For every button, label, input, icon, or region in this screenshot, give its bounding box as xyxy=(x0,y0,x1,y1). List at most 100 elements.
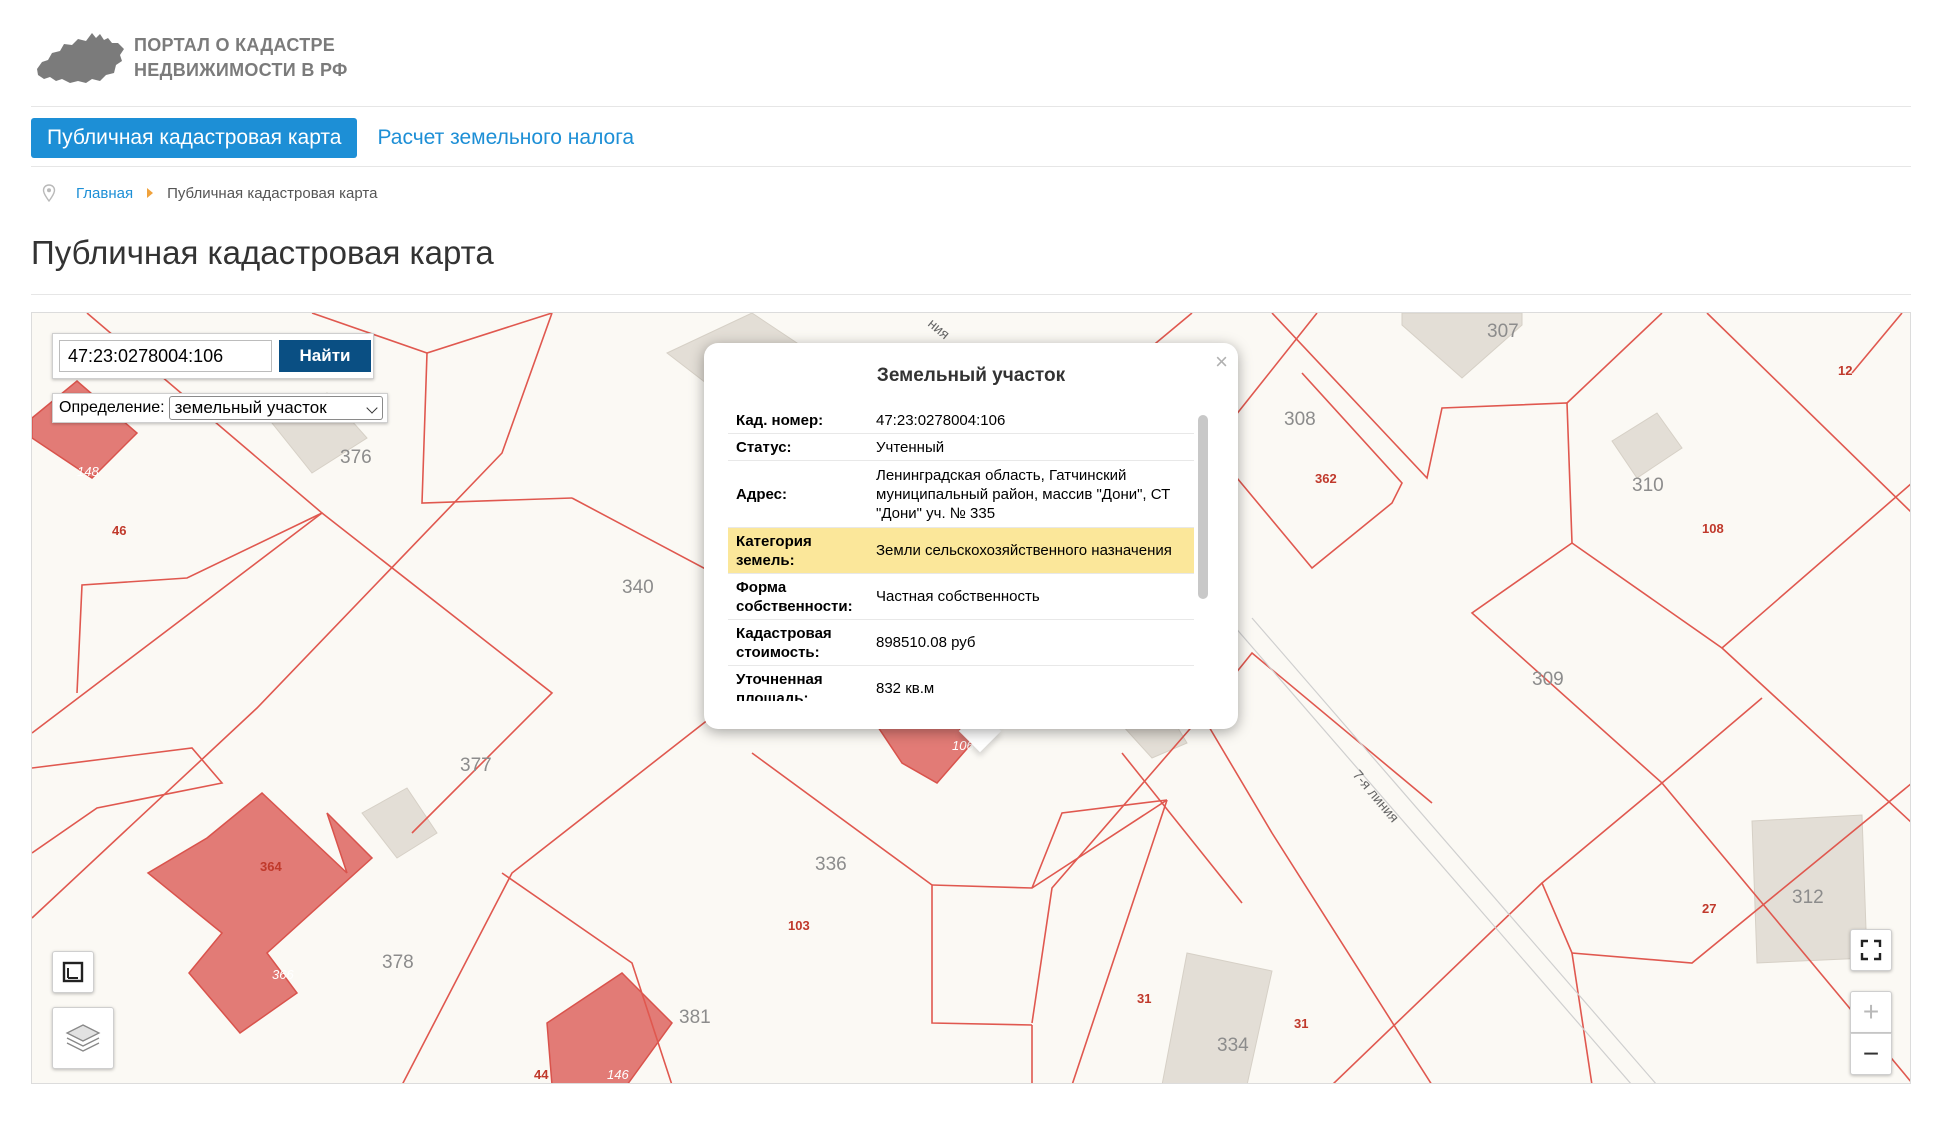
map-label-148: 148 xyxy=(77,464,99,479)
boundary xyxy=(1566,313,1663,404)
attr-value: 47:23:0278004:106 xyxy=(876,411,1006,429)
cadastral-map[interactable]: 307 308 376 340 310 309 377 336 312 378 … xyxy=(31,312,1911,1084)
table-row: Форма собственности: Частная собственнос… xyxy=(728,574,1194,620)
boundary xyxy=(1470,542,1763,785)
nav-item-land-tax[interactable]: Расчет земельного налога xyxy=(377,126,634,150)
map-label-362: 362 xyxy=(1315,471,1337,486)
nav-item-cadastral-map[interactable]: Публичная кадастровая карта xyxy=(31,118,358,158)
map-label-31a: 31 xyxy=(1137,991,1151,1006)
table-row-highlighted: Категория земель: Земли сельскохозяйстве… xyxy=(728,528,1194,574)
breadcrumb-home-link[interactable]: Главная xyxy=(76,185,133,202)
attr-key: Адрес: xyxy=(736,485,787,503)
main-nav: Публичная кадастровая карта Расчет земел… xyxy=(31,118,634,158)
map-label-309: 309 xyxy=(1532,669,1564,690)
area-measure-icon xyxy=(62,961,84,983)
map-label-312: 312 xyxy=(1792,887,1824,908)
attr-value: Учтенный xyxy=(876,438,945,456)
attr-value: 832 кв.м xyxy=(876,680,935,697)
nav-divider xyxy=(31,166,1911,167)
map-label-108: 108 xyxy=(1702,521,1724,536)
popup-title: Земельный участок xyxy=(876,365,1066,386)
search-panel: Найти xyxy=(52,333,374,379)
cadastral-number-input[interactable] xyxy=(59,340,272,372)
map-label-366: 366 xyxy=(272,967,294,982)
building-334 xyxy=(1161,952,1273,1083)
building-310 xyxy=(1611,412,1683,479)
road-edge xyxy=(1251,617,1657,1083)
attr-key: Категория земель: xyxy=(736,532,812,569)
attr-key: Кадастровая стоимость: xyxy=(736,624,832,661)
definition-label: Определение: xyxy=(59,399,165,416)
boundary xyxy=(1271,313,1573,544)
attr-key: Кад. номер: xyxy=(736,411,824,429)
boundary xyxy=(1332,882,1543,1083)
boundary xyxy=(1571,483,1910,650)
parcel-366 xyxy=(146,792,374,1035)
boundary xyxy=(751,752,1033,1026)
map-label-308: 308 xyxy=(1284,409,1316,430)
header-divider xyxy=(31,106,1911,107)
table-row: Адрес: Ленинградская область, Гатчинский… xyxy=(728,461,1194,528)
map-label-31b: 31 xyxy=(1294,1016,1308,1031)
map-label-12: 12 xyxy=(1838,363,1852,378)
map-label-307: 307 xyxy=(1487,321,1519,342)
fullscreen-icon xyxy=(1860,939,1882,961)
boundary xyxy=(1031,714,1203,1024)
map-label-46: 46 xyxy=(112,523,126,538)
definition-select[interactable]: земельный участок xyxy=(168,396,383,420)
map-label-146: 146 xyxy=(607,1067,629,1082)
logo-line1: ПОРТАЛ О КАДАСТРЕ xyxy=(134,35,336,55)
page-title: Публичная кадастровая карта xyxy=(31,234,494,271)
attr-key: Форма собственности: xyxy=(736,578,853,615)
boundary xyxy=(1071,799,1168,1083)
boundary xyxy=(1851,313,1903,374)
attr-key: Уточненная площадь: xyxy=(736,670,823,702)
zoom-out-button[interactable]: − xyxy=(1850,1033,1892,1075)
portal-logo[interactable]: ПОРТАЛ О КАДАСТРЕ НЕДВИЖИМОСТИ В РФ xyxy=(34,26,374,90)
location-pin-icon xyxy=(42,184,56,202)
logo-line2: НЕДВИЖИМОСТИ В РФ xyxy=(134,60,348,80)
building-378 xyxy=(361,787,438,859)
table-row: Кадастровая стоимость: 898510.08 руб xyxy=(728,620,1194,666)
street-label-top: ния xyxy=(925,315,953,342)
road-edge xyxy=(1226,617,1632,1083)
boundary xyxy=(421,352,573,504)
attr-key: Статус: xyxy=(736,438,792,456)
map-label-377: 377 xyxy=(460,755,492,776)
area-measure-button[interactable] xyxy=(52,951,94,993)
breadcrumb-separator-icon xyxy=(147,188,154,198)
map-label-378: 378 xyxy=(382,952,414,973)
attr-value: Частная собственность xyxy=(876,588,1040,605)
map-label-103: 103 xyxy=(788,918,810,933)
boundary xyxy=(32,747,224,854)
boundary xyxy=(1721,647,1910,823)
map-label-340: 340 xyxy=(622,577,654,598)
fullscreen-button[interactable] xyxy=(1850,929,1892,971)
popup-scrollbar[interactable] xyxy=(1198,415,1208,599)
table-row: Уточненная площадь: 832 кв.м xyxy=(728,666,1194,702)
map-label-381: 381 xyxy=(679,1007,711,1028)
attr-value: Ленинградская область, Гатчинский муници… xyxy=(876,466,1171,522)
table-row: Статус: Учтенный xyxy=(728,434,1194,461)
table-row: Кад. номер: 47:23:0278004:106 xyxy=(728,407,1194,434)
map-label-334: 334 xyxy=(1217,1035,1249,1056)
parcel-info-popup: × Земельный участок Кад. номер: 47:23:02… xyxy=(704,343,1238,729)
title-divider xyxy=(31,294,1911,295)
definition-panel: Определение: земельный участок xyxy=(52,393,388,423)
map-label-376: 376 xyxy=(340,447,372,468)
layers-button[interactable] xyxy=(52,1007,114,1069)
breadcrumb-current: Публичная кадастровая карта xyxy=(167,184,378,202)
boundary xyxy=(1706,313,1910,513)
parcel-attributes-table: Кад. номер: 47:23:0278004:106 Статус: Уч… xyxy=(728,407,1194,701)
boundary xyxy=(32,511,554,834)
map-label-364: 364 xyxy=(260,859,282,874)
russia-map-icon xyxy=(37,33,124,83)
map-label-310: 310 xyxy=(1632,475,1664,496)
search-button[interactable]: Найти xyxy=(279,340,371,372)
map-label-44: 44 xyxy=(534,1067,549,1082)
breadcrumb: Главная Публичная кадастровая карта xyxy=(42,184,377,202)
attr-value: 898510.08 руб xyxy=(876,634,976,651)
zoom-in-button[interactable]: + xyxy=(1850,991,1892,1033)
street-label-7-line: 7-я линия xyxy=(1350,767,1403,826)
definition-selected-value: земельный участок xyxy=(174,398,327,417)
